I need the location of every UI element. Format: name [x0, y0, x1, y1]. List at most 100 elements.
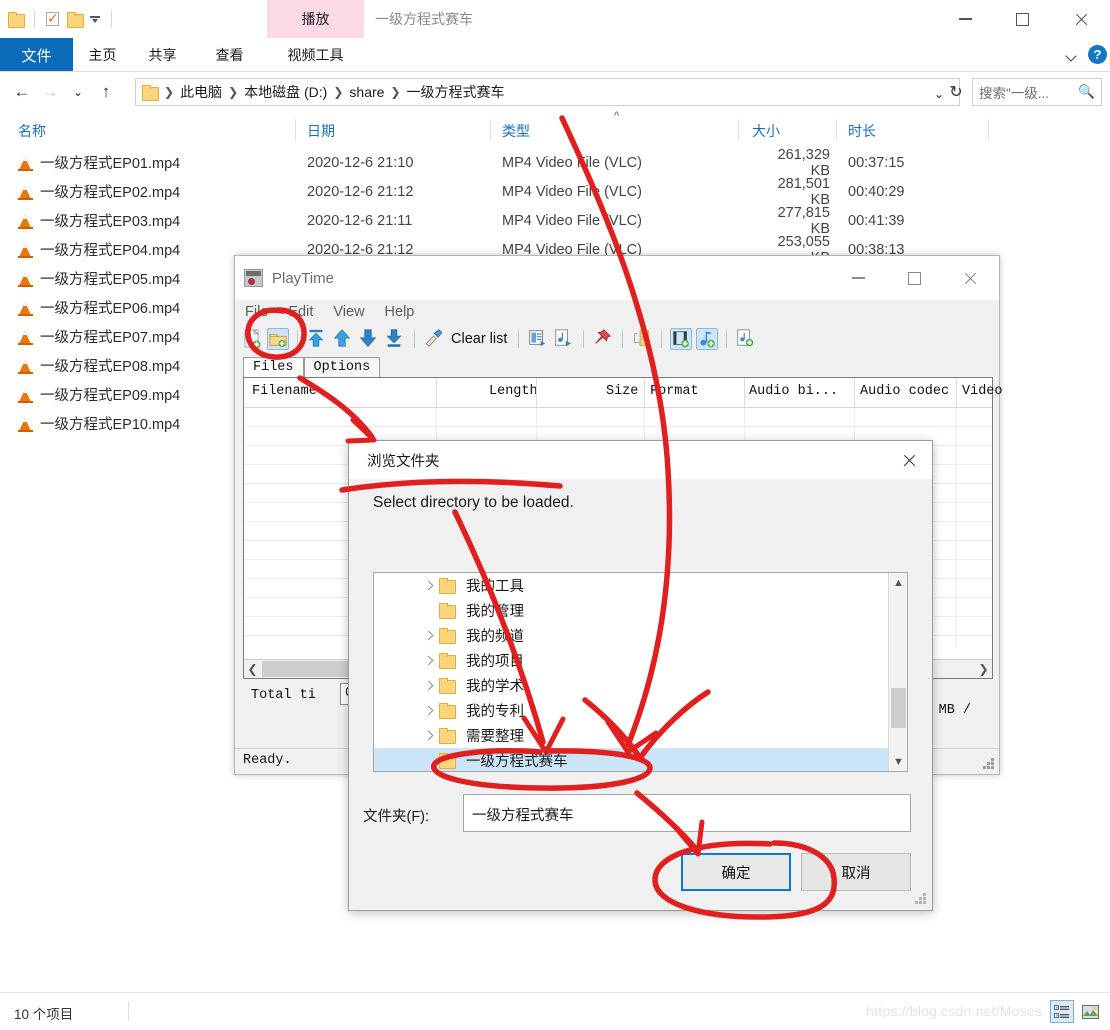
chevron-right-icon[interactable] — [424, 680, 434, 691]
recent-locations-icon[interactable]: ⌄ — [64, 78, 92, 106]
tree-item[interactable]: 需要整理 — [374, 723, 889, 748]
tab-share[interactable]: 共享 — [140, 38, 185, 72]
tab-file[interactable]: 文件 — [0, 38, 73, 72]
list-column-format[interactable]: Format — [650, 384, 699, 399]
pin-icon[interactable] — [592, 328, 614, 350]
tree-item[interactable]: 我的学术 — [374, 673, 889, 698]
dialog-resize-grip[interactable] — [915, 893, 927, 905]
move-bottom-icon[interactable] — [384, 328, 406, 350]
group-folders-icon[interactable] — [631, 328, 653, 350]
scroll-left-icon[interactable]: ❮ — [244, 661, 261, 678]
explorer-minimize-button[interactable] — [942, 0, 988, 38]
folder-tree[interactable]: 我的工具 我的管理 我的频道 我的项目 我的学术 我的专利 需要整理 一级方程式… — [373, 572, 908, 772]
breadcrumb-item-3[interactable]: 一级方程式赛车 — [407, 82, 505, 102]
menu-item-help[interactable]: Help — [385, 304, 415, 320]
column-header-type[interactable]: 类型 — [502, 121, 530, 141]
tree-item[interactable]: 我的工具 — [374, 573, 889, 598]
list-column-length[interactable]: Length — [489, 384, 538, 399]
column-header-size[interactable]: 大小 — [752, 121, 780, 141]
tab-options[interactable]: Options — [303, 357, 381, 378]
tab-video-tools[interactable]: 视频工具 — [267, 38, 364, 72]
tab-files[interactable]: Files — [243, 357, 304, 378]
playtime-maximize-button[interactable] — [886, 256, 942, 300]
playtime-tab-strip[interactable]: Files Options — [243, 356, 993, 378]
menu-item-view[interactable]: View — [333, 304, 364, 320]
new-folder-icon[interactable] — [67, 12, 84, 28]
table-row[interactable]: 一级方程式EP03.mp4 2020-12-6 21:11 MP4 Video … — [0, 205, 1110, 237]
column-header-date[interactable]: 日期 — [307, 121, 335, 141]
chevron-right-icon[interactable] — [424, 730, 434, 741]
browse-folder-dialog[interactable]: 浏览文件夹 Select directory to be loaded. 我的工… — [348, 440, 933, 911]
chevron-down-icon[interactable] — [89, 13, 101, 25]
add-playlist-icon[interactable] — [735, 328, 757, 350]
add-audio-icon[interactable] — [696, 328, 719, 350]
tree-item[interactable]: 我的专利 — [374, 698, 889, 723]
view-mode-buttons[interactable] — [1050, 1000, 1102, 1023]
playtime-close-button[interactable] — [942, 256, 998, 300]
scrollbar-thumb[interactable] — [891, 688, 906, 728]
list-column-audio-bitrate[interactable]: Audio bi... — [749, 384, 838, 399]
explorer-maximize-button[interactable] — [999, 0, 1045, 38]
table-row[interactable]: 一级方程式EP01.mp4 2020-12-6 21:10 MP4 Video … — [0, 147, 1110, 179]
back-button[interactable]: ← — [8, 78, 36, 106]
breadcrumb-item-2[interactable]: share — [349, 84, 384, 100]
scroll-up-icon[interactable]: ▲ — [889, 573, 907, 592]
tree-item[interactable]: 我的频道 — [374, 623, 889, 648]
breadcrumb-item-1[interactable]: 本地磁盘 (D:) — [244, 82, 327, 102]
add-video-icon[interactable] — [670, 328, 693, 350]
details-view-icon[interactable] — [1050, 1000, 1074, 1023]
tree-vertical-scrollbar[interactable]: ▲ ▼ — [888, 573, 907, 771]
tab-view[interactable]: 查看 — [207, 38, 252, 72]
tab-home[interactable]: 主页 — [80, 38, 125, 72]
move-top-icon[interactable] — [306, 328, 328, 350]
scroll-right-icon[interactable]: ❯ — [975, 661, 992, 678]
properties-icon[interactable]: ✓ — [45, 11, 61, 27]
clear-list-label[interactable]: Clear list — [451, 331, 507, 347]
ok-button[interactable]: 确定 — [681, 853, 791, 891]
large-icons-view-icon[interactable] — [1078, 1000, 1102, 1023]
list-column-audio-codec[interactable]: Audio codec — [860, 384, 949, 399]
list-column-video[interactable]: Video — [962, 384, 1003, 399]
export-playlist-icon[interactable] — [553, 328, 575, 350]
chevron-right-icon[interactable] — [424, 580, 434, 591]
help-icon[interactable]: ? — [1088, 45, 1107, 64]
column-header-name[interactable]: 名称 — [18, 121, 46, 141]
refresh-icon[interactable]: ↻ — [945, 80, 967, 104]
contextual-tab-play-highlight[interactable]: 播放 — [267, 0, 364, 38]
open-folder-icon[interactable] — [267, 328, 289, 350]
playtime-resize-grip[interactable] — [983, 758, 995, 770]
folder-icon[interactable] — [8, 12, 25, 28]
breadcrumb-item-0[interactable]: 此电脑 — [180, 82, 222, 102]
playtime-minimize-button[interactable] — [830, 256, 886, 300]
list-item[interactable] — [244, 408, 992, 427]
column-header-duration[interactable]: 时长 — [848, 121, 876, 141]
new-file-icon[interactable] — [241, 328, 263, 350]
list-column-size[interactable]: Size — [606, 384, 638, 399]
move-down-icon[interactable] — [358, 328, 380, 350]
tree-item-selected[interactable]: 一级方程式赛车 — [374, 748, 889, 771]
ribbon-expand-button[interactable] — [1058, 38, 1084, 72]
chevron-right-icon[interactable] — [424, 705, 434, 716]
tree-item[interactable]: 我的管理 — [374, 598, 889, 623]
quick-access-toolbar[interactable]: ✓ — [0, 0, 116, 38]
folder-path-input[interactable]: 一级方程式赛车 — [463, 794, 911, 832]
tree-item[interactable]: 我的项目 — [374, 648, 889, 673]
up-button[interactable]: ↑ — [92, 78, 120, 106]
list-column-filename[interactable]: Filename — [252, 384, 317, 399]
clear-list-icon[interactable] — [423, 328, 445, 350]
move-up-icon[interactable] — [332, 328, 354, 350]
playtime-toolbar[interactable]: Clear list — [235, 324, 999, 354]
dialog-close-button[interactable] — [886, 441, 932, 479]
scroll-down-icon[interactable]: ▼ — [889, 752, 907, 771]
menu-item-file[interactable]: File — [245, 304, 268, 320]
menu-item-edit[interactable]: Edit — [288, 304, 313, 320]
search-input[interactable]: 搜索"一级... 🔍 — [972, 78, 1102, 106]
table-row[interactable]: 一级方程式EP02.mp4 2020-12-6 21:12 MP4 Video … — [0, 176, 1110, 208]
export-list-icon[interactable] — [527, 328, 549, 350]
explorer-close-button[interactable] — [1058, 0, 1104, 38]
cancel-button[interactable]: 取消 — [801, 853, 911, 891]
breadcrumb[interactable]: ❯ 此电脑 ❯ 本地磁盘 (D:) ❯ share ❯ 一级方程式赛车 — [135, 78, 960, 106]
playtime-menu-bar[interactable]: File Edit View Help — [235, 300, 999, 324]
chevron-right-icon[interactable] — [424, 655, 434, 666]
chevron-right-icon[interactable] — [424, 630, 434, 641]
